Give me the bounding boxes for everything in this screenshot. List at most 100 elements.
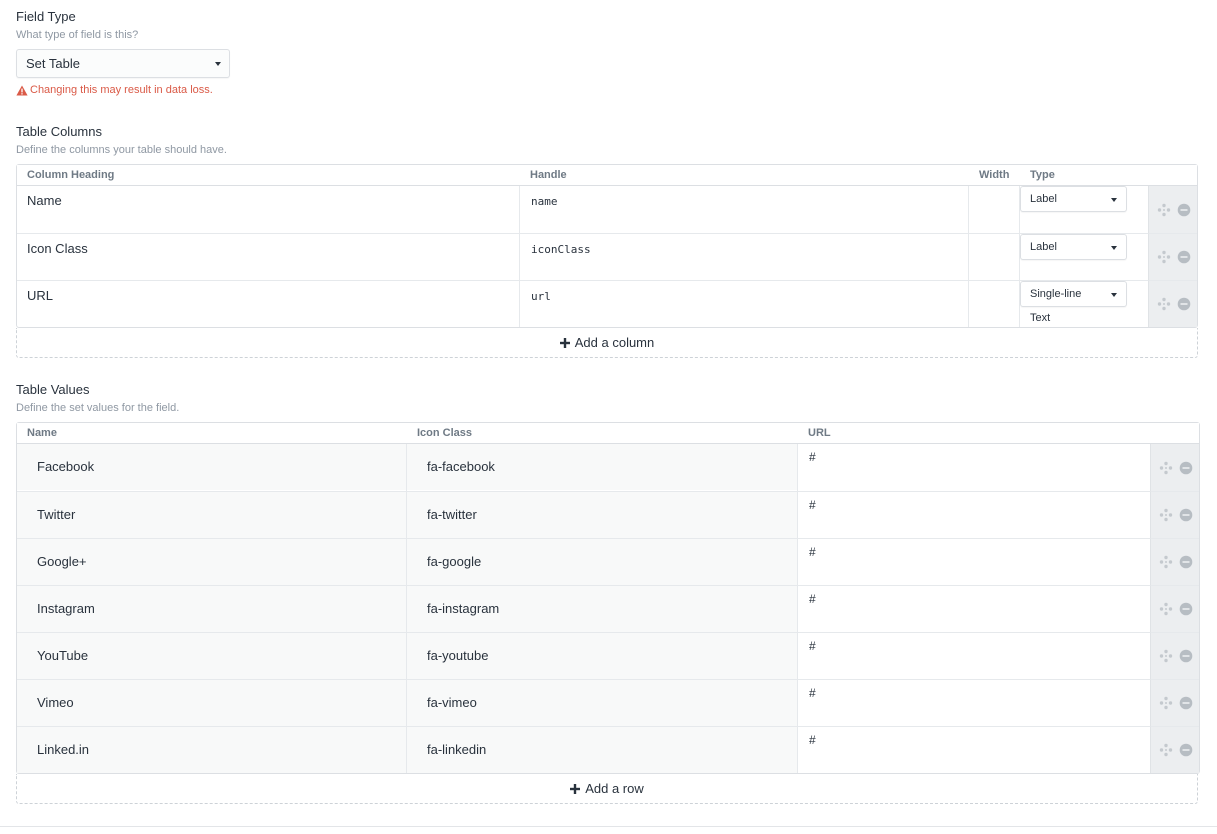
column-handle-cell[interactable]: iconClass: [520, 233, 969, 280]
plus-icon: [559, 337, 570, 348]
column-handle-input[interactable]: iconClass: [520, 234, 968, 265]
column-width-input[interactable]: [969, 281, 1019, 295]
column-heading-cell[interactable]: Icon Class: [17, 233, 520, 280]
value-name-cell: Google+: [17, 538, 407, 585]
value-icon-class-cell: fa-twitter: [407, 491, 798, 538]
value-name: Instagram: [17, 586, 406, 632]
column-type-cell: Label: [1020, 233, 1148, 280]
value-url-input[interactable]: #: [798, 633, 1150, 659]
warning-text: Changing this may result in data loss.: [30, 84, 213, 96]
table-row: YouTube fa-youtube #: [17, 632, 1199, 679]
delete-icon[interactable]: [1179, 602, 1193, 616]
value-icon-class-cell: fa-youtube: [407, 632, 798, 679]
value-url-cell[interactable]: #: [798, 726, 1150, 773]
column-type-value: Label: [1030, 241, 1057, 253]
value-name-cell: Vimeo: [17, 679, 407, 726]
value-url-input[interactable]: #: [798, 680, 1150, 706]
delete-icon[interactable]: [1177, 297, 1191, 311]
delete-icon[interactable]: [1179, 555, 1193, 569]
column-width-input[interactable]: [969, 234, 1019, 248]
value-name-cell: Twitter: [17, 491, 407, 538]
delete-icon[interactable]: [1179, 649, 1193, 663]
move-icon[interactable]: [1157, 297, 1171, 311]
value-icon-class-cell: fa-vimeo: [407, 679, 798, 726]
move-icon[interactable]: [1159, 743, 1173, 757]
bottom-divider: [0, 826, 1217, 827]
column-handle-input[interactable]: name: [520, 186, 968, 217]
column-type-cell: Single-line Text: [1020, 280, 1148, 327]
value-icon-class: fa-vimeo: [407, 680, 797, 726]
value-url-cell[interactable]: #: [798, 538, 1150, 585]
row-actions: [1148, 186, 1197, 233]
value-url-cell[interactable]: #: [798, 444, 1150, 491]
value-url-cell[interactable]: #: [798, 585, 1150, 632]
values-header-url: URL: [798, 423, 1150, 444]
column-width-cell[interactable]: [969, 280, 1020, 327]
value-url-cell[interactable]: #: [798, 491, 1150, 538]
column-type-select[interactable]: Single-line Text: [1020, 281, 1127, 324]
table-columns-section: Table Columns Define the columns your ta…: [16, 124, 1198, 358]
value-icon-class: fa-twitter: [407, 492, 797, 538]
move-icon[interactable]: [1157, 203, 1171, 217]
column-handle-cell[interactable]: name: [520, 186, 969, 233]
move-icon[interactable]: [1159, 508, 1173, 522]
move-icon[interactable]: [1159, 461, 1173, 475]
column-type-value: Label: [1030, 193, 1057, 205]
column-type-cell: Label: [1020, 186, 1148, 233]
column-heading-input[interactable]: Icon Class: [17, 234, 519, 263]
move-icon[interactable]: [1157, 250, 1171, 264]
delete-icon[interactable]: [1179, 743, 1193, 757]
move-icon[interactable]: [1159, 649, 1173, 663]
column-heading-cell[interactable]: URL: [17, 280, 520, 327]
move-icon[interactable]: [1159, 555, 1173, 569]
add-row-button[interactable]: Add a row: [16, 774, 1198, 804]
value-url-cell[interactable]: #: [798, 632, 1150, 679]
row-actions: [1150, 585, 1199, 632]
column-width-input[interactable]: [969, 186, 1019, 200]
caret-down-icon: [215, 62, 221, 66]
table-values-header-row: Name Icon Class URL: [17, 423, 1199, 444]
value-name: Linked.in: [17, 727, 406, 773]
column-type-select[interactable]: Label: [1020, 234, 1127, 260]
column-header-type: Type: [1020, 165, 1148, 186]
value-icon-class: fa-instagram: [407, 586, 797, 632]
move-icon[interactable]: [1159, 696, 1173, 710]
delete-icon[interactable]: [1179, 508, 1193, 522]
value-url-cell[interactable]: #: [798, 679, 1150, 726]
delete-icon[interactable]: [1179, 461, 1193, 475]
caret-down-icon: [1111, 198, 1117, 202]
value-url-input[interactable]: #: [798, 586, 1150, 612]
value-icon-class: fa-facebook: [407, 444, 797, 490]
delete-icon[interactable]: [1177, 250, 1191, 264]
column-handle-input[interactable]: url: [520, 281, 968, 312]
column-width-cell[interactable]: [969, 186, 1020, 233]
move-icon[interactable]: [1159, 602, 1173, 616]
field-type-select[interactable]: Set Table: [16, 49, 230, 78]
table-columns-table: Column Heading Handle Width Type Name na…: [16, 164, 1198, 328]
table-columns-heading: Table Columns: [16, 124, 102, 139]
table-row: Vimeo fa-vimeo #: [17, 679, 1199, 726]
column-type-select[interactable]: Label: [1020, 186, 1127, 212]
column-handle-cell[interactable]: url: [520, 280, 969, 327]
value-url-input[interactable]: #: [798, 492, 1150, 518]
data-loss-warning: Changing this may result in data loss.: [16, 83, 416, 97]
table-values-instructions: Define the set values for the field.: [16, 402, 180, 414]
delete-icon[interactable]: [1179, 696, 1193, 710]
plus-icon: [570, 783, 581, 794]
table-row: Instagram fa-instagram #: [17, 585, 1199, 632]
value-icon-class-cell: fa-facebook: [407, 444, 798, 491]
table-row: Twitter fa-twitter #: [17, 491, 1199, 538]
value-url-input[interactable]: #: [798, 727, 1150, 753]
add-column-button[interactable]: Add a column: [16, 328, 1198, 358]
values-header-name: Name: [17, 423, 407, 444]
row-actions: [1150, 491, 1199, 538]
value-url-input[interactable]: #: [798, 444, 1150, 470]
column-heading-input[interactable]: URL: [17, 281, 519, 310]
caret-down-icon: [1111, 246, 1117, 250]
column-heading-input[interactable]: Name: [17, 186, 519, 215]
column-heading-cell[interactable]: Name: [17, 186, 520, 233]
value-url-input[interactable]: #: [798, 539, 1150, 565]
column-width-cell[interactable]: [969, 233, 1020, 280]
value-icon-class-cell: fa-linkedin: [407, 726, 798, 773]
delete-icon[interactable]: [1177, 203, 1191, 217]
